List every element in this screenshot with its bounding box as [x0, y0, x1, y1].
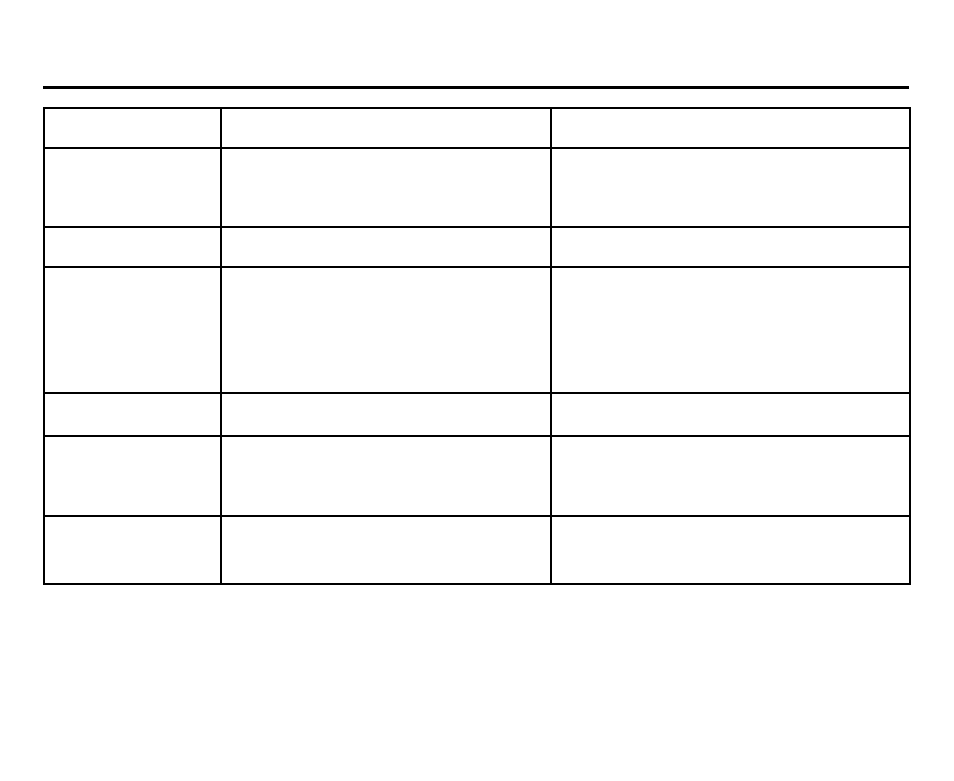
table-cell: [221, 267, 551, 393]
table-cell: [221, 516, 551, 584]
table-row: [44, 148, 910, 227]
table-cell: [44, 227, 221, 267]
table-cell: [44, 148, 221, 227]
table-cell: [44, 393, 221, 436]
table-row: [44, 516, 910, 584]
table-row: [44, 227, 910, 267]
horizontal-rule: [43, 86, 909, 89]
table-cell: [551, 436, 910, 516]
cell-text: [552, 268, 909, 276]
cell-text: [222, 268, 550, 276]
cell-text: [552, 394, 909, 402]
table-cell: [551, 516, 910, 584]
cell-text: [222, 228, 550, 236]
table-row: [44, 393, 910, 436]
cell-text: [552, 149, 909, 157]
cell-text: [222, 109, 550, 117]
cell-text: [45, 109, 220, 117]
table-cell: [551, 227, 910, 267]
table-cell: [44, 516, 221, 584]
cell-text: [45, 228, 220, 236]
table-cell: [221, 436, 551, 516]
cell-text: [45, 149, 220, 157]
table-cell: [44, 267, 221, 393]
cell-text: [45, 517, 220, 525]
table-cell: [551, 267, 910, 393]
table-row: [44, 267, 910, 393]
table-cell: [551, 148, 910, 227]
table-row: [44, 436, 910, 516]
table-cell: [221, 108, 551, 148]
cell-text: [45, 437, 220, 445]
table-cell: [221, 227, 551, 267]
table-cell: [221, 393, 551, 436]
cell-text: [222, 437, 550, 445]
cell-text: [552, 109, 909, 117]
cell-text: [552, 228, 909, 236]
table-row: [44, 108, 910, 148]
cell-text: [222, 149, 550, 157]
page-content: [43, 86, 909, 585]
cell-text: [45, 394, 220, 402]
cell-text: [552, 517, 909, 525]
table-cell: [44, 436, 221, 516]
table-cell: [551, 393, 910, 436]
cell-text: [222, 394, 550, 402]
table-cell: [44, 108, 221, 148]
cell-text: [45, 268, 220, 276]
data-table: [43, 107, 911, 585]
table-cell: [551, 108, 910, 148]
cell-text: [222, 517, 550, 525]
cell-text: [552, 437, 909, 445]
table-cell: [221, 148, 551, 227]
